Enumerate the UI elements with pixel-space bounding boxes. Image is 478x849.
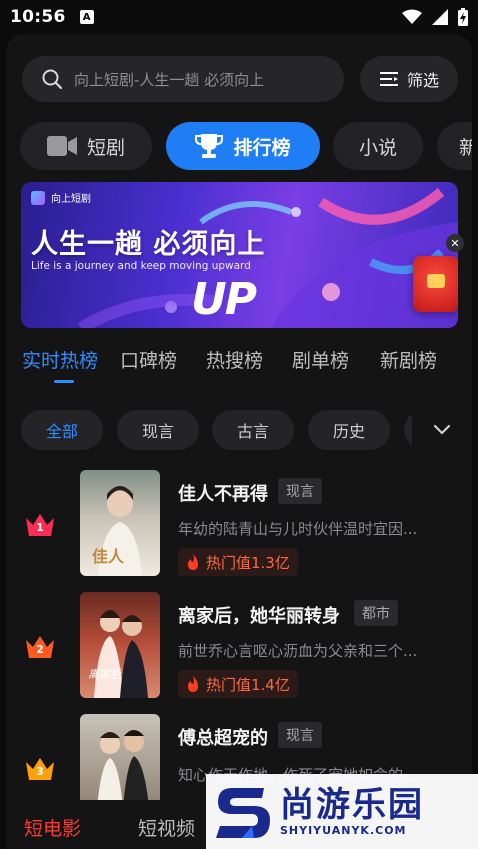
watermark-text-en: SHYIYUANYK.COM — [280, 824, 407, 837]
genre-tag: 现言 — [278, 478, 322, 504]
search-placeholder: 向上短剧-人生一趟 必须向上 — [74, 70, 265, 89]
drama-description: 年幼的陆青山与儿时伙伴温时宜因... — [178, 520, 418, 538]
close-icon[interactable]: ✕ — [446, 234, 464, 252]
genre-chip-ancient[interactable]: 古言 — [212, 410, 294, 450]
flame-icon — [188, 553, 198, 570]
watermark-text-cn: 尚游乐园 — [280, 785, 424, 825]
search-icon — [42, 69, 62, 89]
heat-value: 热门值1.3亿 — [206, 553, 290, 572]
rank-tab-playlist[interactable]: 剧单榜 — [292, 346, 349, 373]
promo-banner[interactable]: 向上短剧 人生一趟 必须向上 Life is a journey and kee… — [21, 182, 458, 328]
status-time: 10:56 — [10, 7, 66, 27]
video-camera-icon — [46, 136, 77, 156]
filter-icon — [379, 72, 398, 86]
drama-title: 傅总超宠的 — [178, 728, 268, 749]
filter-button[interactable]: 筛选 — [360, 56, 458, 102]
drama-poster[interactable]: 佳人 — [80, 470, 160, 576]
svg-text:佳人: 佳人 — [92, 547, 125, 566]
tab-new[interactable]: 新 — [437, 122, 472, 170]
tab-novel[interactable]: 小说 — [333, 122, 423, 170]
drama-description: 前世乔心言呕心沥血为父亲和三个... — [178, 642, 418, 660]
list-item[interactable]: 1 佳人 佳人不再得 现言 年幼的陆青山与儿时伙伴温时宜因... 热门值1.3亿 — [6, 470, 472, 580]
rank-crown-icon: 1 — [24, 512, 56, 538]
svg-text:离家后: 离家后 — [88, 668, 123, 681]
rank-tab-reputation[interactable]: 口碑榜 — [120, 346, 177, 373]
genre-chip-modern[interactable]: 现言 — [117, 410, 199, 450]
drama-poster[interactable]: 离家后 — [80, 592, 160, 698]
drama-poster[interactable] — [80, 714, 160, 800]
banner-brand: 向上短剧 — [31, 190, 91, 205]
bottom-tab-short-film[interactable]: 短电影 — [24, 814, 81, 841]
banner-brand-name: 向上短剧 — [51, 194, 91, 205]
genre-chip-history[interactable]: 历史 — [308, 410, 390, 450]
tab-label: 短剧 — [86, 136, 125, 159]
trophy-icon — [195, 134, 224, 158]
rank-tab-realtime[interactable]: 实时热榜 — [22, 346, 98, 373]
rank-tab-new-drama[interactable]: 新剧榜 — [380, 346, 437, 373]
genre-tag: 都市 — [354, 600, 398, 626]
expand-genres-button[interactable] — [412, 410, 472, 450]
heat-badge: 热门值1.3亿 — [178, 548, 298, 576]
genre-chip-all[interactable]: 全部 — [21, 410, 103, 450]
filter-label: 筛选 — [406, 71, 439, 90]
rank-tab-hot-search[interactable]: 热搜榜 — [206, 346, 263, 373]
banner-up-text: UP — [191, 274, 257, 325]
tab-short-drama[interactable]: 短剧 — [20, 122, 152, 170]
rank-crown-icon: 3 — [24, 756, 56, 782]
heat-value: 热门值1.4亿 — [206, 675, 290, 694]
signal-icon — [432, 9, 448, 25]
notification-icon: A — [79, 10, 94, 24]
drama-title: 离家后，她华丽转身 — [178, 606, 340, 627]
watermark-logo: 尚游乐园 SHYIYUANYK.COM — [206, 774, 478, 849]
red-packet-icon[interactable] — [413, 256, 458, 312]
tab-label: 新 — [459, 136, 472, 159]
watermark-s-icon — [216, 787, 270, 838]
bottom-tab-short-video[interactable]: 短视频 — [138, 814, 195, 841]
search-input[interactable]: 向上短剧-人生一趟 必须向上 — [22, 56, 344, 102]
main-panel: 向上短剧-人生一趟 必须向上 筛选 短剧 排行榜 小说 新 向上短剧 人生一趟 … — [6, 34, 472, 849]
active-tab-indicator — [54, 380, 74, 383]
rank-crown-icon: 2 — [24, 634, 56, 660]
list-item[interactable]: 2 离家后 离家后，她华丽转身 都市 前世乔心言呕心沥血为父亲和三个... 热门… — [6, 592, 472, 702]
rank-number: 3 — [36, 765, 44, 778]
drama-title: 佳人不再得 — [178, 484, 268, 505]
genre-tag: 现言 — [278, 722, 322, 748]
banner-title: 人生一趟 必须向上 — [31, 229, 266, 260]
tab-ranking[interactable]: 排行榜 — [166, 122, 320, 170]
tab-label: 小说 — [358, 136, 397, 159]
chevron-down-icon — [433, 424, 451, 435]
flame-icon — [188, 675, 198, 692]
wifi-icon — [402, 9, 422, 24]
tab-label: 排行榜 — [233, 136, 291, 159]
status-icons — [402, 8, 468, 26]
rank-number: 2 — [36, 643, 44, 656]
banner-subtitle: Life is a journey and keep moving upward — [31, 260, 251, 272]
status-bar: 10:56 A — [0, 0, 478, 34]
rank-number: 1 — [36, 521, 44, 534]
app-logo-icon — [31, 190, 45, 205]
heat-badge: 热门值1.4亿 — [178, 670, 298, 698]
battery-icon — [458, 8, 468, 26]
